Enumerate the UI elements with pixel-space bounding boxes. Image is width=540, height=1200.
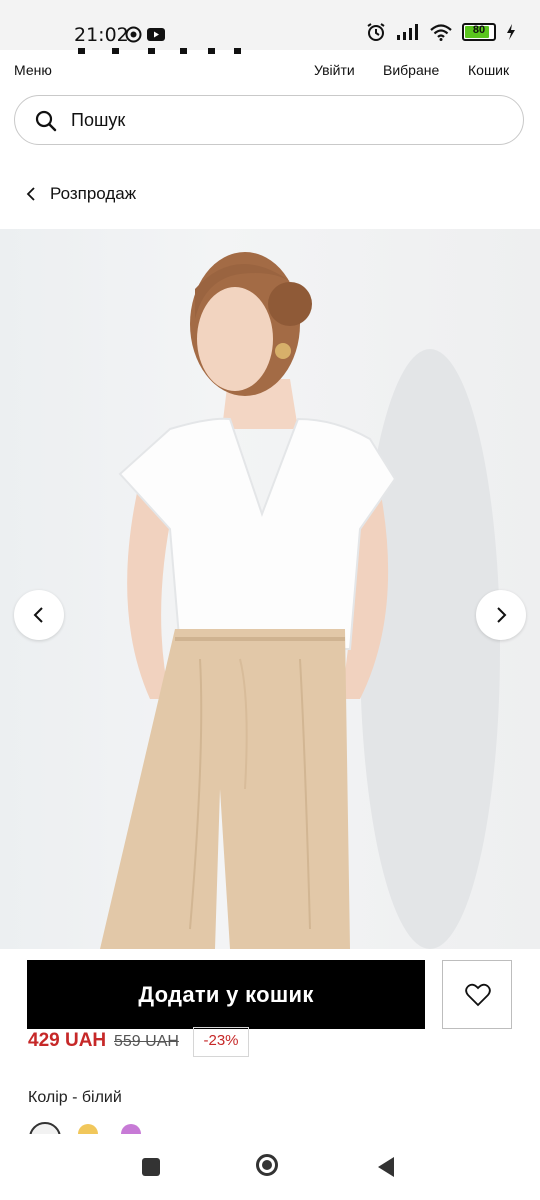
search-placeholder: Пошук	[71, 110, 126, 130]
heart-icon	[465, 983, 491, 1007]
chevron-left-icon	[33, 607, 43, 623]
brand-logo[interactable]	[70, 48, 250, 58]
sale-price: 429 UAH	[28, 1030, 107, 1051]
battery-icon: 80	[462, 23, 496, 41]
color-label: Колір - білий	[28, 1089, 122, 1106]
system-nav-bar	[0, 1134, 540, 1200]
product-image[interactable]	[0, 229, 540, 949]
discount-badge: -23%	[193, 1027, 249, 1057]
status-time: 21:02	[74, 24, 129, 46]
status-left-icons	[125, 26, 166, 43]
record-icon	[125, 26, 142, 43]
breadcrumb-label: Розпродаж	[50, 184, 137, 203]
youtube-icon	[147, 28, 165, 41]
back-button[interactable]	[376, 1156, 396, 1178]
carousel-prev-button[interactable]	[14, 590, 64, 640]
carousel-next-button[interactable]	[476, 590, 526, 640]
favorites-link[interactable]: Вибране	[383, 62, 439, 78]
breadcrumb[interactable]: Розпродаж	[24, 180, 136, 208]
cart-link[interactable]: Кошик	[468, 62, 509, 78]
battery-level: 80	[472, 24, 486, 36]
product-photo	[100, 252, 500, 949]
wishlist-button[interactable]	[442, 960, 512, 1029]
wifi-icon	[430, 23, 452, 41]
login-link[interactable]: Увійти	[314, 62, 355, 78]
old-price: 559 UAH	[114, 1033, 179, 1050]
search-input[interactable]: Пошук	[14, 95, 524, 145]
add-to-cart-button[interactable]: Додати у кошик	[27, 960, 425, 1029]
chevron-right-icon	[497, 607, 507, 623]
home-button[interactable]	[256, 1154, 278, 1176]
charging-icon	[507, 24, 515, 40]
top-nav: Меню Увійти Вибране Кошик	[0, 58, 540, 88]
status-bar: 21:02 80	[0, 0, 540, 50]
menu-link[interactable]: Меню	[14, 62, 52, 78]
chevron-left-icon	[26, 187, 35, 201]
signal-icon	[397, 24, 418, 40]
recent-apps-button[interactable]	[142, 1158, 160, 1176]
search-icon	[35, 110, 57, 132]
alarm-icon	[367, 23, 385, 41]
